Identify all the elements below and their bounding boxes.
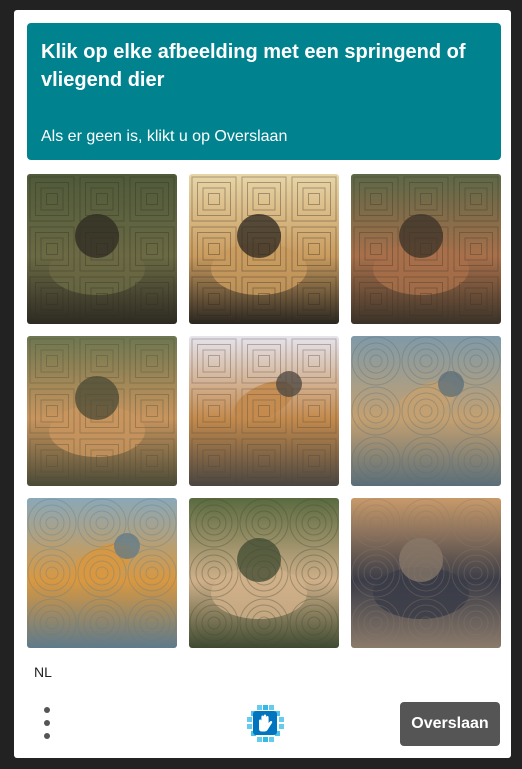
challenge-subtitle: Als er geen is, klikt u op Overslaan xyxy=(41,128,288,145)
language-selector[interactable]: NL xyxy=(34,664,52,680)
image-lion-jumping-water xyxy=(351,336,501,486)
image-lion-jumping-water-2 xyxy=(27,498,177,648)
image-tile-2[interactable] xyxy=(189,174,339,324)
image-tile-9[interactable] xyxy=(351,498,501,648)
three-dots-vertical-icon[interactable] xyxy=(40,707,54,739)
image-tile-7[interactable] xyxy=(27,498,177,648)
skip-button[interactable]: Overslaan xyxy=(400,702,500,746)
captcha-frame: Klik op elke afbeelding met een springen… xyxy=(14,10,511,758)
image-tile-4[interactable] xyxy=(27,336,177,486)
challenge-title: Klik op elke afbeelding met een springen… xyxy=(41,41,466,91)
image-tile-1[interactable] xyxy=(27,174,177,324)
image-tile-6[interactable] xyxy=(351,336,501,486)
image-tile-5[interactable] xyxy=(189,336,339,486)
image-lioness-lying xyxy=(27,336,177,486)
image-lion-leaping xyxy=(189,336,339,486)
hcaptcha-logo-icon xyxy=(245,703,285,743)
image-grid xyxy=(27,174,501,648)
animal-head xyxy=(276,371,302,397)
image-lioness-resting xyxy=(189,498,339,648)
image-lion-silhouette xyxy=(189,174,339,324)
image-lion-lying xyxy=(27,174,177,324)
image-tile-8[interactable] xyxy=(189,498,339,648)
challenge-header: Klik op elke afbeelding met een springen… xyxy=(27,23,501,160)
image-black-panther xyxy=(351,498,501,648)
image-lion-flowers xyxy=(351,174,501,324)
image-tile-3[interactable] xyxy=(351,174,501,324)
